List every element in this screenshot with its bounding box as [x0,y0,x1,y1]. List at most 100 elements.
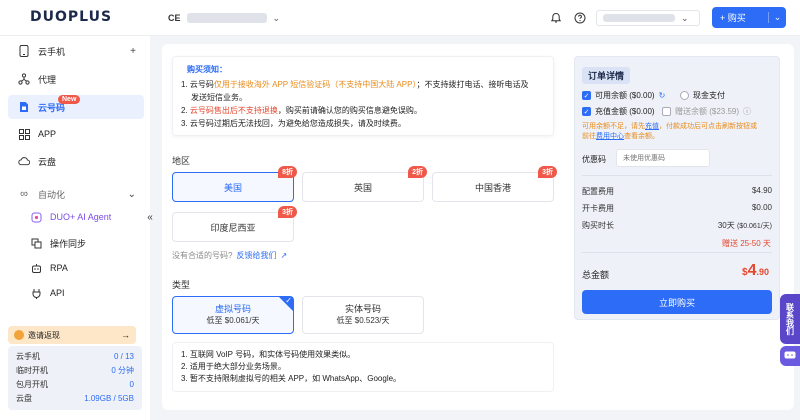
feedback-link[interactable]: 反馈给我们 [236,250,276,261]
divider [582,175,772,176]
stat-value: 0 分钟 [111,366,134,375]
region-option-hk[interactable]: 中国香港 3折 [432,166,557,202]
gift-days: 赠送 25-50 天 [722,239,771,248]
buy-now-button[interactable]: 立即购买 [582,290,772,314]
sidebar-item-sync[interactable]: 操作同步 [8,231,144,255]
recharge-link[interactable]: 充值 [645,123,659,130]
purchase-button[interactable]: + 购买 ⌄ [712,7,786,28]
sidebar-item-api[interactable]: API [8,281,144,305]
coupon-label: 优惠码 [582,155,606,164]
invite-label: 邀请返现 [28,330,60,340]
region-option-indonesia[interactable]: 印度尼西亚 3折 [172,206,297,242]
chat-icon[interactable] [780,346,800,366]
sidebar-item-label: 代理 [38,74,57,85]
help-icon[interactable] [572,10,588,26]
divider [582,252,772,253]
refresh-icon[interactable]: ↻ [659,91,666,100]
type-label: 类型 [172,280,191,290]
discount-badge: 3折 [538,166,557,178]
check-icon: ✓ [285,296,292,305]
type-name: 实体号码 [344,304,381,314]
new-badge: New [58,95,81,104]
sidebar-item-ai-agent[interactable]: DUO+ AI Agent [8,205,144,229]
pay-balance-option[interactable]: ✓ 可用余额 ($0.00) ↻ [582,90,665,101]
stat-row: 包月开机 0 [16,378,134,392]
info-icon[interactable]: ⓘ [743,106,751,117]
type-info-line: 1. 互联网 VoIP 号码，和实体号码使用效果类似。 [181,350,356,359]
discount-badge: 3折 [278,206,297,218]
robot-icon [30,263,42,274]
sidebar-item-label: RPA [50,263,68,273]
sidebar-item-label: 云盘 [38,156,57,167]
checkbox-checked[interactable]: ✓ [582,91,591,100]
cash-label: 现金支付 [693,91,725,100]
workspace-name-redacted [186,13,267,23]
sidebar-item-automation[interactable]: ∞ 自动化 ⌄ [8,182,144,206]
notice-title: 购买须知： [187,65,227,74]
arrow-right-icon: → [121,330,130,340]
type-option-virtual[interactable]: 虚拟号码 低至 $0.061/天 ✓ [172,296,294,334]
balance-label: 可用余额 ($0.00) [595,91,655,100]
logo[interactable]: DUOPLUS [30,9,112,25]
sidebar-item-label: DUO+ AI Agent [50,212,112,222]
sidebar-item-label: 操作同步 [50,238,87,249]
gift-balance-option[interactable]: 赠送余额 ($23.59) ⓘ [662,106,751,117]
type-option-physical[interactable]: 实体号码 低至 $0.523/天 [302,296,424,334]
stat-label: 云手机 [16,352,40,361]
bell-icon[interactable] [548,10,564,26]
stat-row: 云手机 0 / 13 [16,350,134,364]
notice-line-2: 2. 云号码售出后不支持退换，购买前请确认您的购买信息避免误购。 [181,106,422,115]
chevron-down-icon: ⌄ [272,12,281,23]
billing-center-link[interactable]: 费用中心 [596,133,624,140]
total-label: 总金额 [582,270,610,280]
stat-value: 1.09GB / 5GB [84,394,134,403]
notice-line-1: 1. 云号码仅用于接收海外 APP 短信验证码（不支持中国大陆 APP）；不支持… [181,80,529,89]
region-option-us[interactable]: 美国 8折 [172,166,297,202]
discount-badge: 8折 [278,166,297,178]
invite-cashback-banner[interactable]: 邀请返现 → [8,326,136,344]
stat-label: 云盘 [16,394,32,403]
type-name: 虚拟号码 [214,304,251,314]
type-info: 1. 互联网 VoIP 号码，和实体号码使用效果类似。 2. 适用于绝大部分业务… [172,342,554,392]
network-icon [18,73,30,85]
pay-cash-option[interactable]: 现金支付 [680,90,725,101]
sidebar-item-proxy[interactable]: 代理 [8,67,144,91]
account-name-redacted [603,14,675,22]
type-price: 低至 $0.061/天 [206,316,260,325]
workspace-code: CE [168,13,181,23]
phone-icon [18,45,30,57]
coupon-input[interactable] [616,149,710,167]
sidebar-item-cloud-disk[interactable]: 云盘 [8,149,144,173]
grid-icon [18,128,30,140]
add-icon[interactable]: + [130,46,136,57]
discount-badge: 2折 [408,166,427,178]
total-amount: $4.90 [742,262,769,279]
coin-icon [14,330,24,340]
order-row-card-fee: 开卡费用 $0.00 [582,203,772,213]
account-menu[interactable]: ⌄ [596,10,700,26]
contact-us-tab[interactable]: 联系我们 [780,294,800,344]
external-link-icon[interactable]: ↗ [280,251,287,260]
chevron-down-icon[interactable]: ⌄ [768,12,786,23]
region-option-uk[interactable]: 英国 2折 [302,166,427,202]
sidebar-item-label: 自动化 [38,189,66,200]
type-info-line: 3. 暂不支持限制虚拟号的相关 APP，如 WhatsApp、Google。 [181,374,402,383]
sidebar-item-cloud-phone[interactable]: 云手机 + [8,39,144,63]
plug-icon [30,288,42,299]
collapse-sidebar-icon[interactable]: « [143,209,157,225]
checkbox-unchecked[interactable] [662,107,671,116]
checkbox-checked[interactable]: ✓ [582,107,591,116]
type-price: 低至 $0.523/天 [336,316,390,325]
radio-unchecked[interactable] [680,91,689,100]
stat-row: 临时开机 0 分钟 [16,364,134,378]
usage-stats: 云手机 0 / 13 临时开机 0 分钟 包月开机 0 云盘 1.09GB / 5GB [8,346,142,410]
sidebar-item-rpa[interactable]: RPA [8,256,144,280]
ai-agent-icon [30,212,42,223]
cloud-icon [18,156,30,166]
region-name: 英国 [353,182,372,193]
sidebar-item-app[interactable]: APP [8,122,144,146]
region-label: 地区 [172,156,191,166]
recharge-balance-option[interactable]: ✓ 充值金额 ($0.00) [582,106,655,117]
purchase-notice: 购买须知： 1. 云号码仅用于接收海外 APP 短信验证码（不支持中国大陆 AP… [172,56,554,136]
workspace-selector[interactable]: CE ⌄ [168,10,280,26]
